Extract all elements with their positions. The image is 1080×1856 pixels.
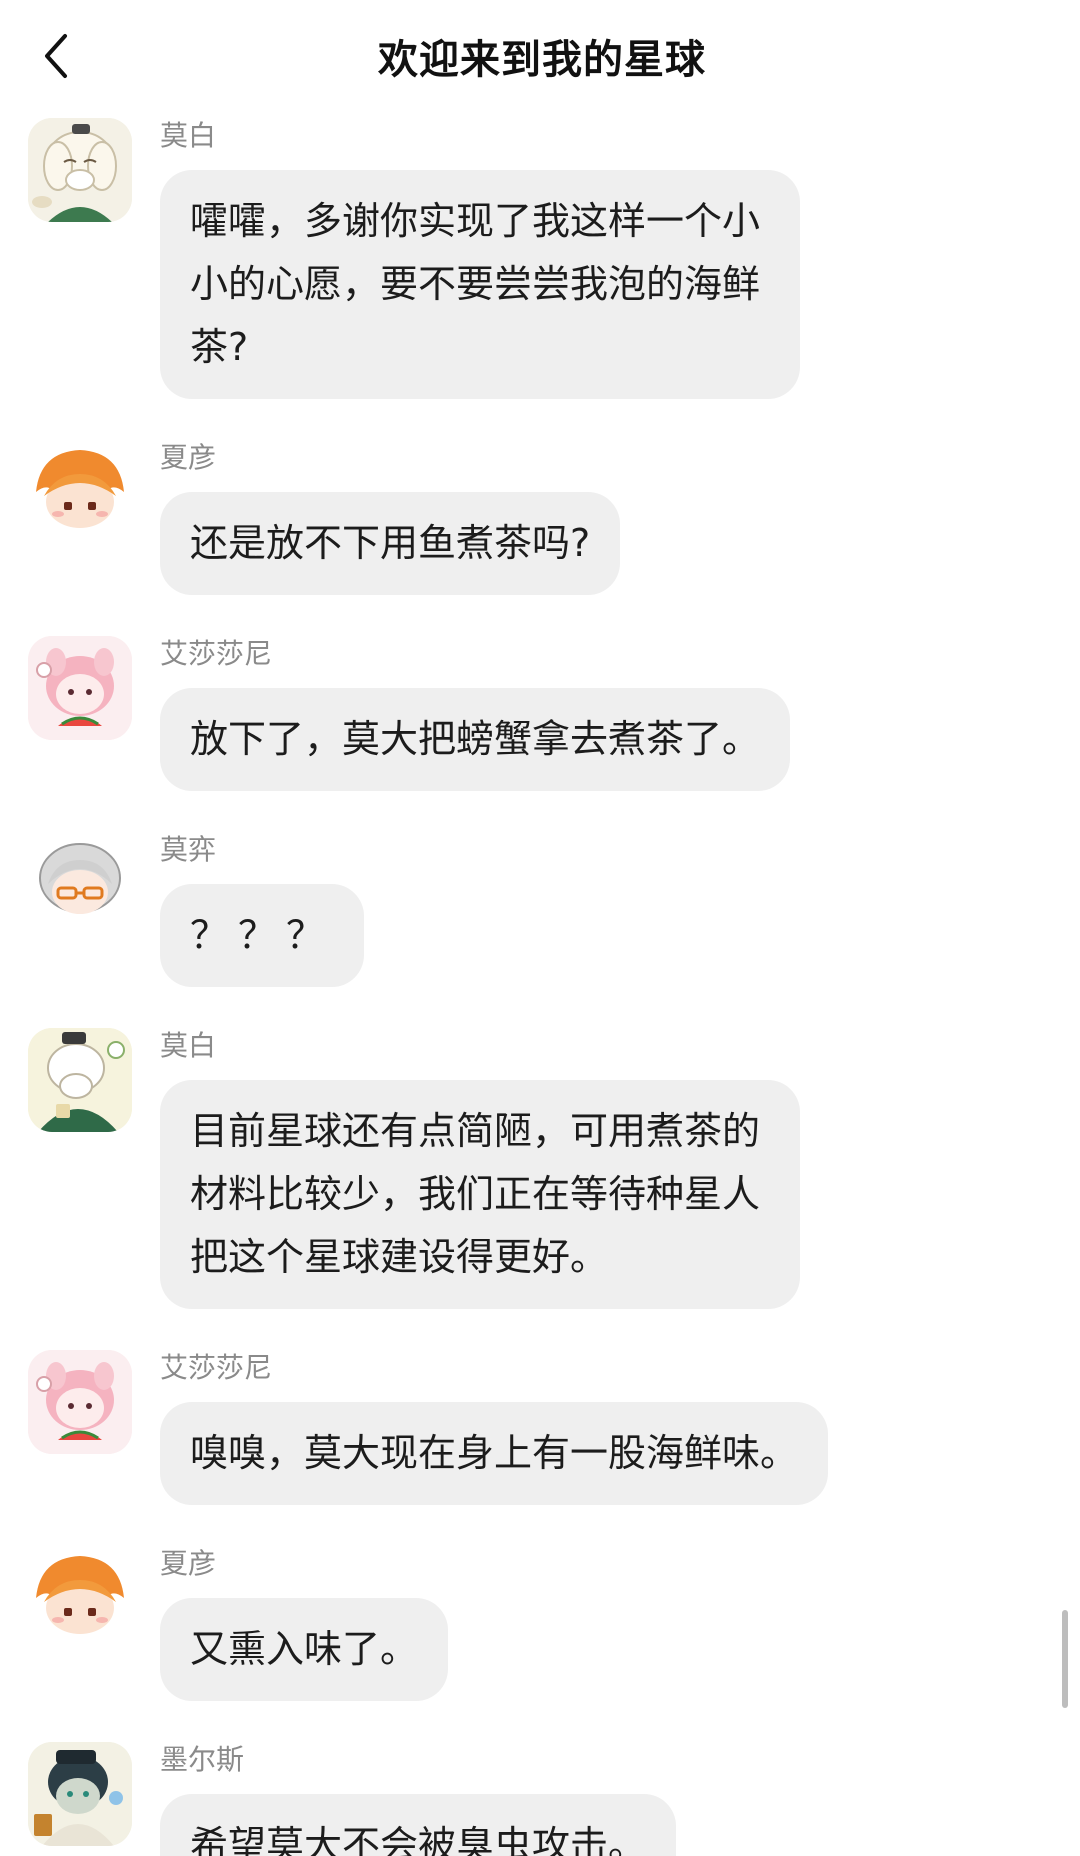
message-item: 艾莎莎尼 放下了，莫大把螃蟹拿去煮茶了。 <box>0 630 1080 791</box>
message-content: 莫白 目前星球还有点简陋，可用煮茶的材料比较少，我们正在等待种星人把这个星球建设… <box>160 1022 800 1309</box>
message-bubble[interactable]: 又熏入味了。 <box>160 1598 449 1701</box>
message-bubble[interactable]: 嗅嗅，莫大现在身上有一股海鲜味。 <box>160 1402 829 1505</box>
message-list[interactable]: 莫白 嚯嚯，多谢你实现了我这样一个小小的心愿，要不要尝尝我泡的海鲜茶? 夏彦 还… <box>0 112 1080 1856</box>
message-item: 莫弈 ？？？ <box>0 826 1080 987</box>
chevron-left-icon <box>45 34 67 78</box>
sender-name: 墨尔斯 <box>160 1743 245 1776</box>
message-content: 艾莎莎尼 放下了，莫大把螃蟹拿去煮茶了。 <box>160 630 791 791</box>
message-item: 莫白 嚯嚯，多谢你实现了我这样一个小小的心愿，要不要尝尝我泡的海鲜茶? <box>0 112 1080 399</box>
avatar-mobai[interactable] <box>28 118 132 222</box>
top-bar: 欢迎来到我的星球 <box>0 0 1080 112</box>
message-bubble[interactable]: 希望莫大不会被臭虫攻击。 <box>160 1794 677 1856</box>
avatar-aishashani[interactable] <box>28 636 132 740</box>
avatar-xiayan[interactable] <box>28 440 132 544</box>
sender-name: 艾莎莎尼 <box>160 1351 273 1384</box>
sender-name: 夏彦 <box>160 441 217 474</box>
message-content: 夏彦 又熏入味了。 <box>160 1540 449 1701</box>
scrollbar[interactable] <box>1062 1610 1068 1708</box>
message-item: 莫白 目前星球还有点简陋，可用煮茶的材料比较少，我们正在等待种星人把这个星球建设… <box>0 1022 1080 1309</box>
chat-screen: 欢迎来到我的星球 莫白 嚯嚯，多谢你实现了我这样一个小小的心愿，要不要尝尝我泡的… <box>0 0 1080 1856</box>
message-content: 莫白 嚯嚯，多谢你实现了我这样一个小小的心愿，要不要尝尝我泡的海鲜茶? <box>160 112 800 399</box>
message-content: 莫弈 ？？？ <box>160 826 365 987</box>
message-content: 艾莎莎尼 嗅嗅，莫大现在身上有一股海鲜味。 <box>160 1344 829 1505</box>
sender-name: 莫弈 <box>160 833 217 866</box>
sender-name: 莫白 <box>160 119 217 152</box>
message-content: 夏彦 还是放不下用鱼煮茶吗? <box>160 434 621 595</box>
message-item: 墨尔斯 希望莫大不会被臭虫攻击。 <box>0 1736 1080 1856</box>
avatar-moyi[interactable] <box>28 832 132 936</box>
sender-name: 夏彦 <box>160 1547 217 1580</box>
message-item: 夏彦 还是放不下用鱼煮茶吗? <box>0 434 1080 595</box>
message-bubble[interactable]: ？？？ <box>160 884 365 987</box>
message-bubble[interactable]: 放下了，莫大把螃蟹拿去煮茶了。 <box>160 688 791 791</box>
back-button[interactable] <box>28 22 84 90</box>
message-item: 夏彦 又熏入味了。 <box>0 1540 1080 1701</box>
sender-name: 艾莎莎尼 <box>160 637 273 670</box>
message-bubble[interactable]: 还是放不下用鱼煮茶吗? <box>160 492 621 595</box>
avatar-xiayan-2[interactable] <box>28 1546 132 1650</box>
avatar-moers[interactable] <box>28 1742 132 1846</box>
avatar-mobai-2[interactable] <box>28 1028 132 1132</box>
message-bubble[interactable]: 目前星球还有点简陋，可用煮茶的材料比较少，我们正在等待种星人把这个星球建设得更好… <box>160 1080 800 1309</box>
avatar-aishashani-2[interactable] <box>28 1350 132 1454</box>
message-content: 墨尔斯 希望莫大不会被臭虫攻击。 <box>160 1736 677 1856</box>
message-bubble[interactable]: 嚯嚯，多谢你实现了我这样一个小小的心愿，要不要尝尝我泡的海鲜茶? <box>160 170 800 399</box>
message-item: 艾莎莎尼 嗅嗅，莫大现在身上有一股海鲜味。 <box>0 1344 1080 1505</box>
sender-name: 莫白 <box>160 1029 217 1062</box>
page-title: 欢迎来到我的星球 <box>378 37 706 83</box>
